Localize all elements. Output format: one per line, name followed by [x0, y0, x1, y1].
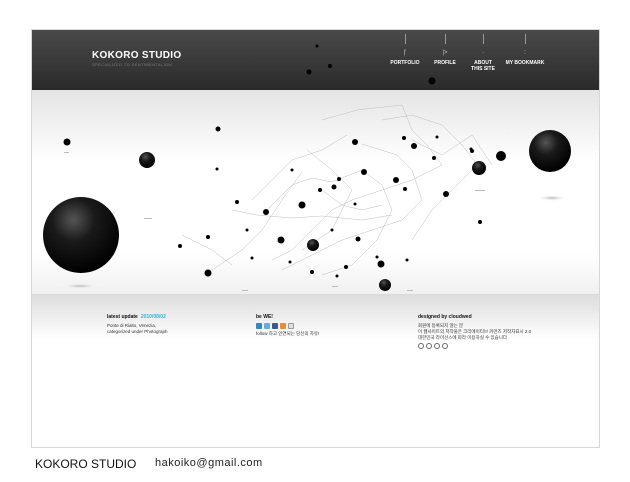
nd-icon: [442, 343, 448, 349]
sphere-shadow: [536, 195, 568, 201]
small-sphere: [472, 161, 486, 175]
particle-stage: [32, 90, 599, 294]
latest-update-section: latest update 2010/08/02 Ponte di Rialto,…: [107, 314, 227, 335]
small-sphere: [139, 152, 155, 168]
design-heading: designed by cloudwed: [418, 314, 472, 320]
particle-network: [43, 104, 571, 291]
latest-update-date: 2010/08/02: [140, 314, 166, 320]
site-header: KOKORO STUDIO SPECIALIZED TO SENTIMENTAL…: [32, 30, 599, 90]
cc-icon: [418, 343, 424, 349]
by-icon: [426, 343, 432, 349]
caption-name: KOKORO STUDIO: [35, 457, 137, 471]
large-sphere: [43, 197, 119, 273]
social-icons: [256, 323, 366, 329]
small-sphere: [379, 279, 391, 291]
medium-sphere: [529, 130, 571, 172]
latest-update-line: categorized under Photograph: [107, 329, 168, 334]
small-sphere: [307, 239, 319, 251]
design-section: designed by cloudwed 회원에 등록되지 않는 분 이 웹사이…: [418, 314, 568, 349]
latest-update-title: latest update: [107, 314, 138, 320]
sphere-shadow: [60, 283, 100, 289]
facebook-icon[interactable]: [272, 323, 278, 329]
follow-text: follow 하고 인연되는 당신의 자유!: [256, 331, 320, 336]
twitter-icon[interactable]: [264, 323, 270, 329]
header-dots: [306, 44, 436, 85]
mail-icon[interactable]: [288, 323, 294, 329]
twitter-icon[interactable]: [256, 323, 262, 329]
dot: [496, 151, 506, 161]
site-footer: latest update 2010/08/02 Ponte di Rialto,…: [32, 294, 599, 447]
caption-email[interactable]: hakoiko@gmail.com: [155, 457, 263, 469]
license-line: 대한민국 라이선스에 따라 이용하실 수 있습니다: [418, 335, 508, 340]
latest-update-heading: latest update 2010/08/02: [107, 314, 227, 320]
cc-license-icons[interactable]: [418, 343, 568, 349]
website-screenshot: KOKORO STUDIO SPECIALIZED TO SENTIMENTAL…: [31, 29, 600, 448]
rss-icon[interactable]: [280, 323, 286, 329]
follow-heading: be WE!: [256, 314, 273, 320]
follow-section: be WE! follow 하고 인연되는 당신의 자유!: [256, 314, 366, 337]
nc-icon: [434, 343, 440, 349]
